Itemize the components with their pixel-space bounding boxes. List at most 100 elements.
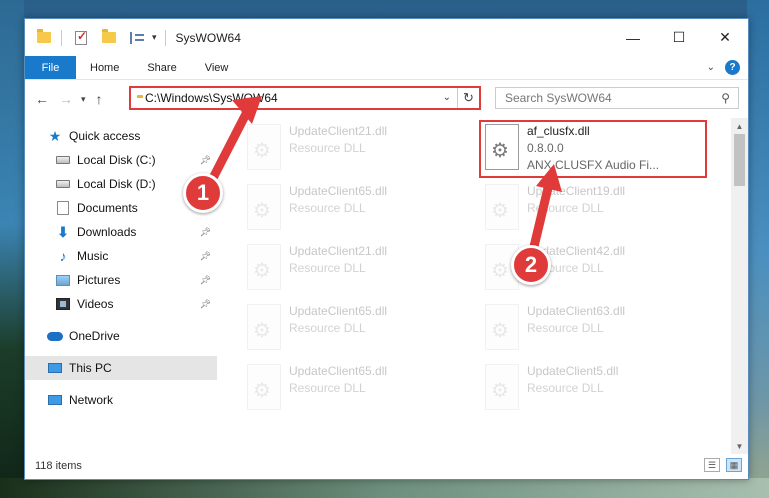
recent-locations-chevron-icon[interactable]: ▾ — [81, 94, 86, 105]
sidebar-item-this-pc[interactable]: This PC — [25, 356, 217, 380]
music-icon: ♪ — [59, 248, 67, 264]
file-list: UpdateClient21.dll Resource DLL UpdateCl… — [217, 118, 748, 454]
sidebar-item-label: Pictures — [77, 273, 121, 287]
navigation-pane: ★ Quick access Local Disk (C:) 📌︎ Local … — [25, 118, 217, 454]
tab-share[interactable]: Share — [133, 56, 190, 79]
sidebar-item-downloads[interactable]: ⬇ Downloads 📌︎ — [25, 220, 217, 244]
pin-icon[interactable]: 📌︎ — [200, 155, 211, 166]
file-tile[interactable]: UpdateClient65.dll Resource DLL — [243, 180, 469, 240]
pin-icon[interactable]: 📌︎ — [200, 275, 211, 286]
file-type: Resource DLL — [289, 141, 366, 155]
dll-file-icon — [485, 304, 519, 350]
pin-icon[interactable]: 📌︎ — [200, 299, 211, 310]
file-type: Resource DLL — [527, 201, 604, 215]
file-tile[interactable]: UpdateClient19.dll Resource DLL — [481, 180, 707, 240]
disk-icon — [55, 176, 71, 192]
dll-file-icon — [485, 364, 519, 410]
file-tile[interactable]: UpdateClient21.dll Resource DLL — [243, 120, 469, 180]
disk-icon — [55, 152, 71, 168]
forward-arrow-icon[interactable]: → — [59, 91, 73, 107]
sidebar-item-quick-access[interactable]: ★ Quick access — [25, 124, 217, 148]
file-type: Resource DLL — [289, 261, 366, 275]
tab-file[interactable]: File — [25, 56, 76, 79]
search-input[interactable]: Search SysWOW64 ⚲ — [495, 87, 739, 109]
expand-ribbon-chevron-icon[interactable]: ⌄ — [707, 62, 715, 73]
tab-view[interactable]: View — [191, 56, 243, 79]
file-type: Resource DLL — [289, 201, 366, 215]
quick-access-toolbar-dropdown-icon[interactable]: ▾ — [152, 32, 157, 43]
sidebar-item-pictures[interactable]: Pictures 📌︎ — [25, 268, 217, 292]
search-placeholder: Search SysWOW64 — [505, 91, 612, 105]
dll-file-icon — [247, 244, 281, 290]
vertical-scrollbar[interactable]: ▲ ▼ — [731, 118, 748, 454]
new-folder-icon[interactable] — [100, 29, 118, 47]
sidebar-item-music[interactable]: ♪ Music 📌︎ — [25, 244, 217, 268]
ribbon-right-controls: ⌄ ? — [707, 60, 740, 75]
file-tile[interactable]: UpdateClient65.dll Resource DLL — [243, 360, 469, 420]
sidebar-item-label: Videos — [77, 297, 114, 311]
file-explorer-window: ▾ SysWOW64 — ☐ ✕ File Home Share View ⌄ … — [24, 18, 749, 480]
scroll-up-arrow-icon[interactable]: ▲ — [731, 118, 748, 134]
title-separator — [164, 29, 166, 46]
file-tile[interactable]: UpdateClient63.dll Resource DLL — [481, 300, 707, 360]
title-separator — [61, 29, 62, 46]
file-name: UpdateClient21.dll — [289, 244, 388, 258]
item-count: 118 items — [35, 459, 82, 472]
folder-icon[interactable] — [35, 29, 53, 47]
address-bar[interactable]: C:\Windows\SysWOW64 ⌄ ↻ — [129, 86, 481, 110]
videos-icon — [55, 296, 71, 312]
file-tile[interactable]: UpdateClient21.dll Resource DLL — [243, 240, 469, 300]
properties-check-icon[interactable] — [72, 29, 90, 47]
status-bar: 118 items ☰ ▦ — [25, 452, 748, 479]
refresh-icon[interactable]: ↻ — [457, 88, 479, 108]
properties-icon[interactable] — [128, 29, 146, 47]
window-controls: — ☐ ✕ — [610, 19, 748, 56]
sidebar-item-label: Music — [77, 249, 109, 263]
up-arrow-icon[interactable]: ↑ — [96, 91, 103, 107]
sidebar-item-videos[interactable]: Videos 📌︎ — [25, 292, 217, 316]
file-name: UpdateClient19.dll — [527, 184, 626, 198]
address-path[interactable]: C:\Windows\SysWOW64 — [145, 91, 278, 105]
sidebar-item-label: Downloads — [77, 225, 137, 239]
file-tile[interactable]: UpdateClient5.dll Resource DLL — [481, 360, 707, 420]
desktop-wallpaper-bottom — [0, 478, 769, 498]
file-type: Resource DLL — [527, 321, 604, 335]
network-icon — [47, 392, 63, 408]
main-area: ★ Quick access Local Disk (C:) 📌︎ Local … — [25, 118, 748, 454]
sidebar-item-onedrive[interactable]: OneDrive — [25, 324, 217, 348]
sidebar-item-label: Local Disk (D:) — [77, 177, 156, 191]
address-dropdown-chevron-icon[interactable]: ⌄ — [443, 92, 451, 103]
details-view-icon[interactable]: ☰ — [704, 458, 720, 472]
pin-icon[interactable]: 📌︎ — [200, 251, 211, 262]
search-icon[interactable]: ⚲ — [721, 91, 730, 105]
documents-icon — [55, 200, 71, 216]
back-arrow-icon[interactable]: ← — [35, 91, 49, 107]
pin-icon[interactable]: 📌︎ — [200, 227, 211, 238]
file-name: UpdateClient5.dll — [527, 364, 619, 378]
highlight-box — [479, 120, 707, 178]
dll-file-icon — [485, 184, 519, 230]
tab-home[interactable]: Home — [76, 56, 133, 79]
view-toggle: ☰ ▦ — [704, 458, 742, 472]
sidebar-item-label: This PC — [69, 361, 112, 375]
file-type: Resource DLL — [289, 381, 366, 395]
close-button[interactable]: ✕ — [702, 19, 748, 56]
sidebar-item-label: Network — [69, 393, 114, 407]
dll-file-icon — [247, 304, 281, 350]
help-icon[interactable]: ? — [725, 60, 740, 75]
minimize-button[interactable]: — — [610, 19, 656, 56]
scrollbar-thumb[interactable] — [734, 134, 745, 186]
onedrive-icon — [47, 328, 63, 344]
dll-file-icon — [247, 184, 281, 230]
sidebar-item-local-disk-c[interactable]: Local Disk (C:) 📌︎ — [25, 148, 217, 172]
window-title: SysWOW64 — [175, 30, 241, 45]
address-row: ← → ▾ ↑ C:\Windows\SysWOW64 ⌄ ↻ Search S… — [25, 80, 748, 118]
sidebar-item-label: Quick access — [69, 129, 141, 143]
maximize-button[interactable]: ☐ — [656, 19, 702, 56]
step-one-badge: 1 — [183, 173, 223, 213]
sidebar-item-network[interactable]: Network — [25, 388, 217, 412]
file-tile[interactable]: UpdateClient65.dll Resource DLL — [243, 300, 469, 360]
file-name: UpdateClient63.dll — [527, 304, 626, 318]
title-bar: ▾ SysWOW64 — ☐ ✕ — [25, 19, 748, 56]
tiles-view-icon[interactable]: ▦ — [726, 458, 742, 472]
